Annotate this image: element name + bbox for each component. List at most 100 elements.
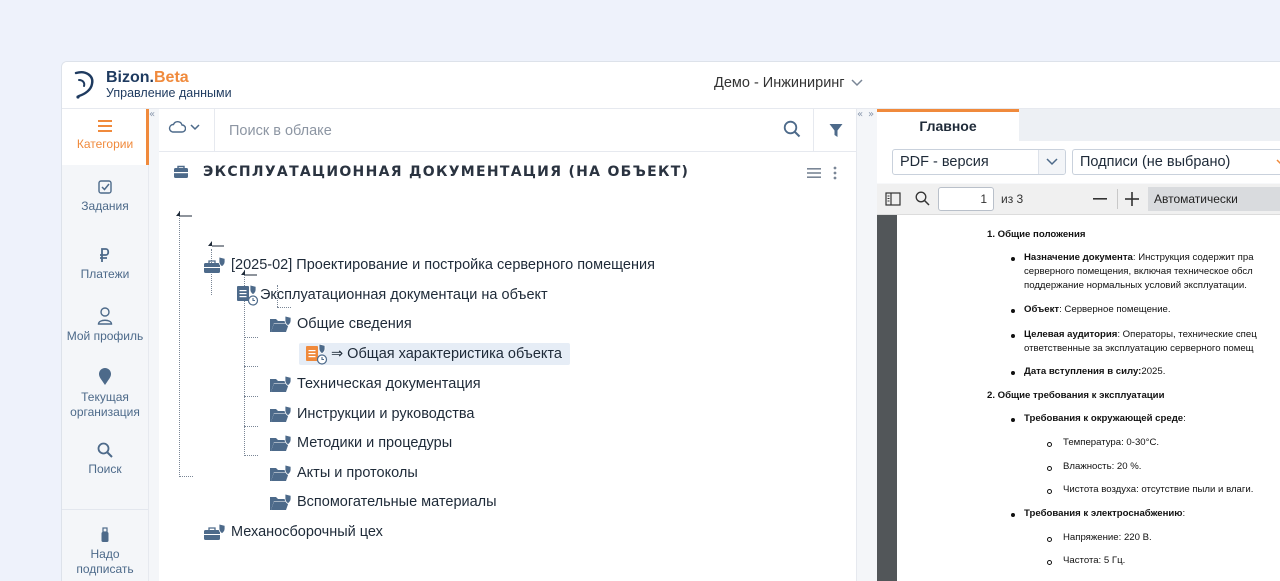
nav-collapse-handle[interactable]: « [149,109,159,581]
folder-open-icon [270,315,292,332]
nav-payments[interactable]: Платежи [62,247,148,281]
cloud-search-bar [159,109,856,152]
nav-profile[interactable]: Мой профиль [62,307,148,343]
usb-token-icon [101,527,109,542]
page-count: из 3 [1001,192,1024,206]
pdf-text-line: Целевая аудитория: Операторы, технически… [1024,329,1257,340]
search-icon[interactable] [915,191,930,206]
zoom-select[interactable]: Автоматически [1148,187,1280,211]
pdf-sub-bullet [1047,537,1052,542]
nav-profile-label: Мой профиль [66,329,144,343]
tree-node-project[interactable]: [2025-02] Проектирование и постройка сер… [203,254,655,276]
pdf-bullet [1011,513,1015,517]
signature-select[interactable]: Подписи (не выбрано) [1072,149,1280,175]
search-icon[interactable] [783,120,801,138]
tree-node-general[interactable]: Общие сведения [269,313,412,335]
nav-need-to-sign[interactable]: Надо подписать [62,527,148,577]
expand-right-icon: » [868,109,875,120]
folder-open-icon [270,375,292,392]
tree-node-methods[interactable]: Методики и процедуры [269,432,452,454]
pdf-text-line: Объект: Серверное помещение. [1024,304,1171,315]
bizon-logo-icon [74,71,94,99]
tree-node-aux[interactable]: Вспомогательные материалы [269,491,497,513]
nav-org-line2: организация [70,405,140,419]
project-briefcase-icon [204,523,226,540]
tree-node-label: Эксплуатационная документаци на объект [260,287,548,303]
organization-select[interactable]: Демо - Инжиниринг [714,75,863,91]
tree-node-acts[interactable]: Акты и протоколы [269,462,418,484]
tree-node-label: Механосборочный цех [231,524,383,540]
folder-open-icon [270,493,292,510]
pdf-bullet [1011,371,1015,375]
tree-node-docs[interactable]: Эксплуатационная документаци на объект [236,284,548,306]
brand-name[interactable]: Bizon.Beta [106,69,189,87]
folder-open-icon [270,464,292,481]
nav-categories[interactable]: Категории [62,109,149,165]
tree-line [244,396,258,397]
section-title: ЭКСПЛУАТАЦИОННАЯ ДОКУМЕНТАЦИЯ (НА ОБЪЕКТ… [203,164,690,180]
user-icon [97,307,113,325]
nav-search[interactable]: Поиск [62,442,148,476]
tree-node-general-characteristic[interactable]: ⇒ Общая характеристика объекта [299,343,570,365]
list-view-icon[interactable] [807,167,821,179]
expanded-toggle-icon[interactable] [207,240,225,248]
signature-select-value: Подписи (не выбрано) [1080,154,1231,170]
project-briefcase-icon [204,256,226,273]
pdf-bullet [1011,257,1015,261]
tree-line [179,211,180,477]
tab-main[interactable]: Главное [877,109,1019,141]
format-select[interactable]: PDF - версия [892,149,1066,175]
zoom-out-icon[interactable] [1093,198,1107,200]
pdf-text-line: Частота: 5 Гц. [1063,555,1126,566]
expanded-toggle-icon[interactable] [175,210,193,218]
nav-sign-line1: Надо [90,547,120,561]
pdf-text-line: Требования к окружающей среде: [1024,413,1186,424]
category-tree-panel: ЭКСПЛУАТАЦИОННАЯ ДОКУМЕНТАЦИЯ (НА ОБЪЕКТ… [159,109,857,581]
tree-node-label: Инструкции и руководства [297,406,475,422]
nav-tasks[interactable]: Задания [62,179,148,213]
pdf-text-line: серверного помещения, включая техническо… [1024,266,1253,277]
tree-node-label: Вспомогательные материалы [297,494,497,510]
pdf-text-line: Температура: 0-30°C. [1063,437,1160,448]
pdf-text-line: поддержание нормальных условий эксплуата… [1024,280,1247,291]
organization-label: Демо - Инжиниринг [714,75,845,91]
viewer-tabs: Главное [877,109,1280,141]
zoom-in-icon[interactable] [1125,192,1139,206]
pdf-bullet [1011,418,1015,422]
top-bar: Bizon.Beta Управление данными Демо - Инж… [62,62,1280,109]
document-viewer: Главное PDF - версия Подписи (не выбрано… [877,109,1280,581]
page-number-input[interactable]: 1 [938,187,994,211]
location-pin-icon [99,368,111,385]
panel-resize-handle[interactable]: « » [857,109,877,581]
nav-sign-line2: подписать [76,562,134,576]
more-vertical-icon[interactable] [833,166,837,180]
nav-current-organization[interactable]: Текущая организация [62,368,148,420]
tree-node-label: Техническая документация [297,376,481,392]
folder-open-icon [270,434,292,451]
tree-node-workshop[interactable]: Механосборочный цех [203,521,383,543]
pdf-text-line: Влажность: 20 %. [1063,461,1142,472]
collapse-left-icon: « [149,109,156,120]
filter-button[interactable] [813,109,857,151]
task-check-icon [98,180,112,194]
folder-open-icon [270,405,292,422]
chevron-down-icon [1276,159,1280,165]
tree-node-label: [2025-02] Проектирование и постройка сер… [231,257,655,273]
cloud-search-input[interactable] [227,118,771,144]
pdf-bullet [1011,334,1015,338]
tree-node-label: Общие сведения [297,316,412,332]
tree-node-instructions[interactable]: Инструкции и руководства [269,403,474,425]
cloud-source-button[interactable] [168,121,200,133]
tree-node-label: ⇒ Общая характеристика объекта [331,346,562,362]
tree-line [244,366,258,367]
cloud-icon [168,121,186,133]
tree-line [244,337,258,338]
ruble-icon [100,248,110,262]
tree-node-technical[interactable]: Техническая документация [269,373,481,395]
tree-line [244,455,258,456]
toolbar-separator [1117,189,1118,209]
sidebar-toggle-icon[interactable] [885,192,901,206]
tree-node-label: Акты и протоколы [297,465,418,481]
menu-icon [98,120,112,132]
tree-line [277,307,291,308]
